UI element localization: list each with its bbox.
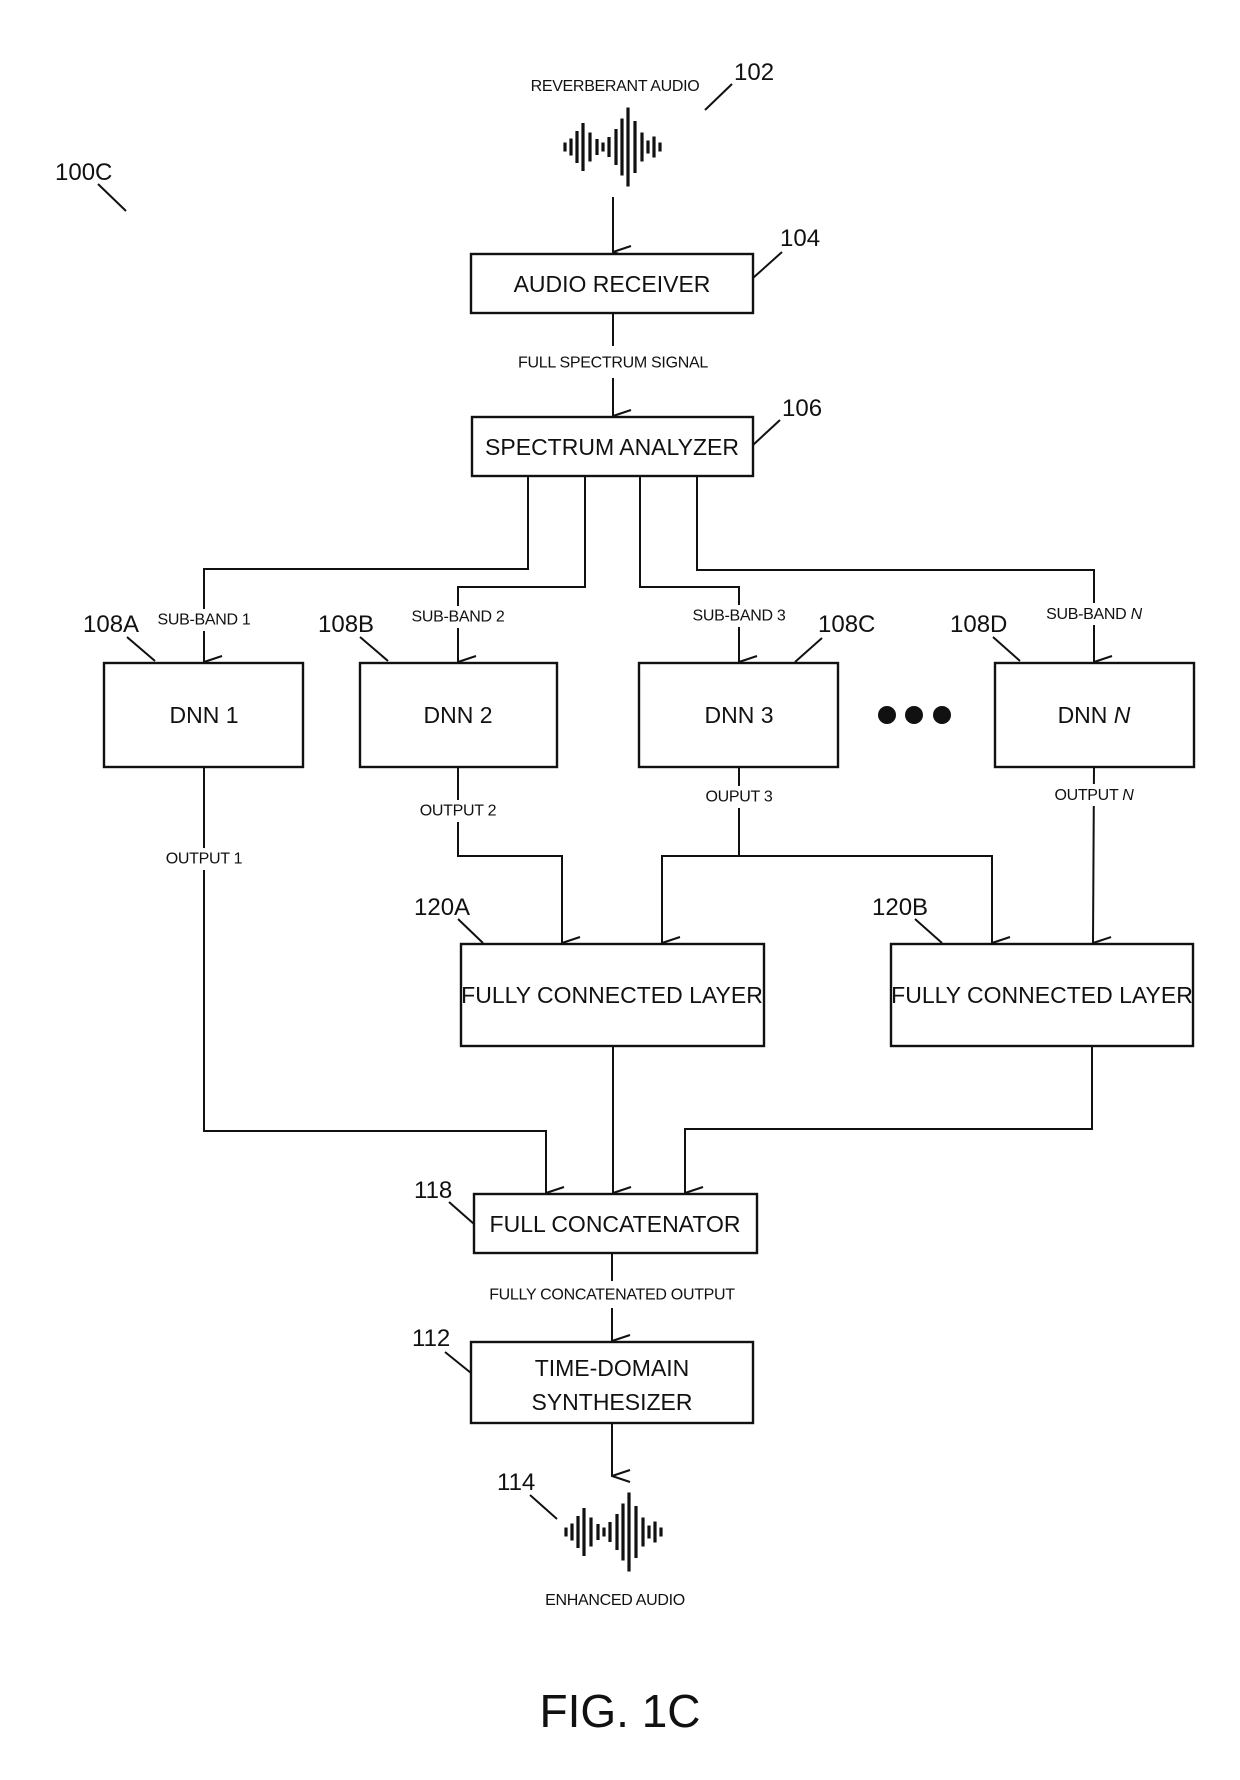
wire-sub-band-n bbox=[696, 476, 1094, 662]
dnn-3-label: DNN 3 bbox=[704, 702, 773, 728]
figure-reference-label: 100C bbox=[55, 159, 112, 186]
output-n-label: OUTPUT N bbox=[1054, 787, 1134, 804]
ellipsis-dot-3 bbox=[933, 706, 951, 724]
full-concatenator-label: FULL CONCATENATOR bbox=[490, 1211, 741, 1237]
full-concatenator-leader bbox=[448, 1201, 475, 1225]
dnn-1-ref: 108A bbox=[83, 611, 139, 638]
reverberant-audio-waveform-icon bbox=[563, 107, 662, 187]
wire-output-3-branch bbox=[661, 855, 993, 943]
wire-output-2 bbox=[457, 767, 562, 943]
ellipsis-dot-1 bbox=[878, 706, 896, 724]
full-concatenator-ref: 118 bbox=[414, 1177, 452, 1204]
fully-connected-layer-b-ref: 120B bbox=[872, 894, 928, 921]
output-n-prefix: OUTPUT bbox=[1054, 787, 1122, 804]
sub-band-n-variable: N bbox=[1131, 606, 1143, 623]
output-3-label: OUPUT 3 bbox=[706, 789, 773, 806]
dnn-2-leader bbox=[359, 636, 389, 662]
input-audio-leader bbox=[704, 83, 733, 111]
sub-band-2-label: SUB-BAND 2 bbox=[411, 609, 504, 626]
synthesizer-label-line-1: TIME-DOMAIN bbox=[535, 1355, 690, 1381]
dnn-n-leader bbox=[992, 636, 1021, 662]
audio-receiver-label: AUDIO RECEIVER bbox=[514, 271, 711, 297]
fully-connected-layer-a-label: FULLY CONNECTED LAYER bbox=[461, 982, 763, 1008]
ellipsis-more-dnns-icon bbox=[878, 706, 951, 724]
output-1-label: OUTPUT 1 bbox=[166, 851, 243, 868]
output-2-label: OUTPUT 2 bbox=[420, 803, 497, 820]
dnn-n-prefix: DNN bbox=[1058, 702, 1114, 728]
fully-connected-layer-b-label: FULLY CONNECTED LAYER bbox=[891, 982, 1193, 1008]
dnn-n-ref: 108D bbox=[950, 611, 1007, 638]
spectrum-analyzer-label: SPECTRUM ANALYZER bbox=[485, 434, 739, 460]
patent-figure-diagram: 100C REVERBERANT AUDIO 102 AUDIO RECEIVE… bbox=[55, 59, 1196, 1737]
fully-connected-layer-b-leader bbox=[914, 918, 943, 944]
output-n-variable: N bbox=[1122, 787, 1134, 804]
dnn-n-variable: N bbox=[1114, 702, 1131, 728]
enhanced-audio-waveform-icon bbox=[564, 1492, 663, 1572]
dnn-2-label: DNN 2 bbox=[423, 702, 492, 728]
dnn-3-ref: 108C bbox=[818, 611, 875, 638]
spectrum-analyzer-ref: 106 bbox=[782, 395, 822, 422]
fully-concatenated-output-label: FULLY CONCATENATED OUTPUT bbox=[489, 1287, 735, 1304]
output-audio-ref: 114 bbox=[497, 1469, 535, 1496]
synthesizer-ref: 112 bbox=[412, 1325, 450, 1352]
output-audio-label: ENHANCED AUDIO bbox=[545, 1592, 685, 1609]
sub-band-n-prefix: SUB-BAND bbox=[1046, 606, 1130, 623]
synthesizer-leader bbox=[444, 1351, 472, 1374]
synthesizer-label-line-2: SYNTHESIZER bbox=[531, 1389, 692, 1415]
fully-connected-layer-a-leader bbox=[457, 918, 484, 944]
fully-connected-layer-a-ref: 120A bbox=[414, 894, 470, 921]
input-audio-ref: 102 bbox=[734, 59, 774, 86]
dnn-2-ref: 108B bbox=[318, 611, 374, 638]
sub-band-n-label: SUB-BAND N bbox=[1046, 606, 1142, 623]
full-spectrum-signal-label: FULL SPECTRUM SIGNAL bbox=[518, 355, 708, 372]
sub-band-1-label: SUB-BAND 1 bbox=[157, 612, 250, 629]
dnn-n-label: DNN N bbox=[1058, 702, 1131, 728]
audio-receiver-ref: 104 bbox=[780, 225, 820, 252]
ellipsis-dot-2 bbox=[905, 706, 923, 724]
audio-receiver-leader bbox=[752, 251, 783, 279]
dnn-1-label: DNN 1 bbox=[169, 702, 238, 728]
wire-fcl-b-to-concatenator bbox=[684, 1046, 1093, 1193]
sub-band-3-label: SUB-BAND 3 bbox=[692, 608, 785, 625]
dnn-1-leader bbox=[126, 636, 156, 662]
output-audio-leader bbox=[529, 1494, 558, 1520]
spectrum-analyzer-leader bbox=[752, 419, 781, 446]
dnn-3-leader bbox=[794, 637, 823, 663]
figure-caption: FIG. 1C bbox=[539, 1685, 700, 1737]
figure-reference-leader bbox=[97, 183, 127, 212]
input-audio-label: REVERBERANT AUDIO bbox=[531, 78, 700, 95]
